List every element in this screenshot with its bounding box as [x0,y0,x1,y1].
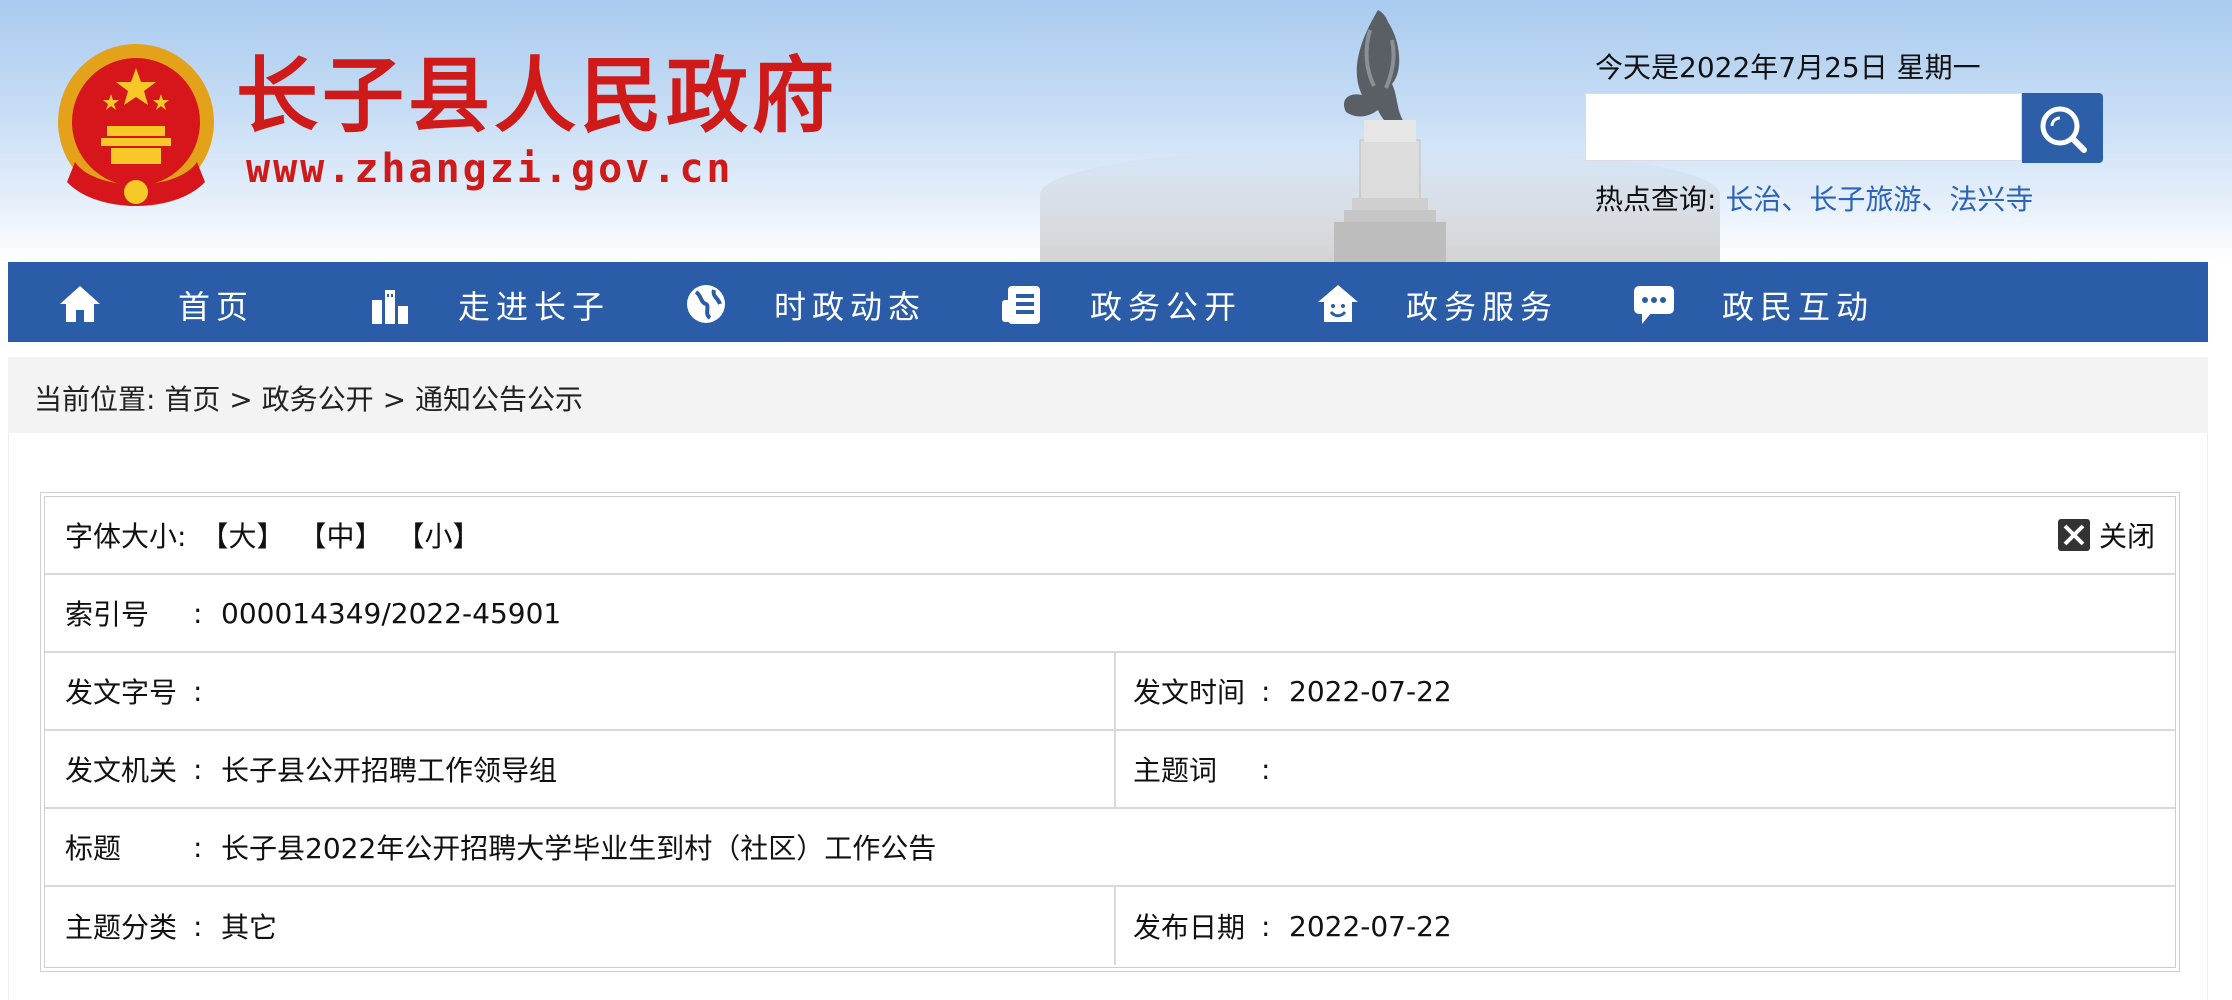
nav-item-gov-service[interactable]: 政务服务 [1316,262,1576,342]
breadcrumb-gov-affairs[interactable]: 政务公开 [262,383,374,416]
site-url: www.zhangzi.gov.cn [246,146,734,192]
font-size-large-button[interactable]: 【大】 [200,515,284,555]
close-label: 关闭 [2098,520,2155,553]
breadcrumb: 当前位置: 首页 > 政务公开 > 通知公告公示 [34,378,583,418]
column-divider [1114,887,1116,965]
nav-label: 政民互动 [1722,288,1875,326]
keywords-label: 主题词 [1133,754,1218,787]
font-size-medium-button[interactable]: 【中】 [298,515,382,555]
issue-time-label: 发文时间 [1133,676,1246,709]
site-title: 长子县人民政府 [236,48,839,144]
search-icon [2040,106,2087,153]
font-size-row: 字体大小: 【大】 【中】 【小】 关闭 [45,497,2175,575]
colon: : [193,909,203,943]
issue-time-value: 2022-07-22 [1289,674,1452,708]
today-date: 今天是2022年7月25日 星期一 [1595,51,1981,84]
hot-link-faxing-temple[interactable]: 法兴寺 [1949,183,2033,216]
category-row: 主题分类 : 其它 发布日期 : 2022-07-22 [45,887,2175,965]
house-service-icon [1318,285,1358,322]
colon: : [193,596,203,630]
site-header: 长子县人民政府 www.zhangzi.gov.cn 今天是2022年7月25日… [0,0,2232,262]
breadcrumb-prefix: 当前位置: [34,383,156,416]
breadcrumb-separator: > [382,383,407,416]
nav-label: 政务公开 [1090,288,1243,326]
document-info-table: 字体大小: 【大】 【中】 【小】 关闭 索引号 : 000014349/202… [40,492,2180,972]
colon: : [1261,674,1271,708]
issuer-row: 发文机关 : 长子县公开招聘工作领导组 主题词 : [45,731,2175,809]
hot-link-zhangzi-tourism[interactable]: 长子旅游 [1809,183,1921,216]
breadcrumb-home[interactable]: 首页 [164,383,220,416]
nav-label: 时政动态 [774,288,927,326]
hot-separator: 、 [1921,183,1950,216]
phoenix-statue-illustration [1334,10,1446,262]
title-row: 标题 : 长子县2022年公开招聘大学毕业生到村（社区）工作公告 [45,809,2175,887]
index-label: 索引号 [65,598,150,631]
nav-item-gov-affairs[interactable]: 政务公开 [1000,262,1260,342]
publish-date-value: 2022-07-22 [1289,909,1452,943]
main-nav: 首页 走进长子 时政动态 政务公开 政务服务 政民互动 [8,262,2208,342]
colon: : [1261,909,1271,943]
nav-item-home[interactable]: 首页 [48,262,278,342]
category-label: 主题分类 [65,911,178,944]
colon: : [193,752,203,786]
nav-item-interaction[interactable]: 政民互动 [1632,262,1892,342]
column-divider [1114,731,1116,807]
category-value: 其它 [221,911,278,944]
issuer-value: 长子县公开招聘工作领导组 [221,754,558,787]
issuer-label: 发文机关 [65,754,178,787]
colon: : [1261,752,1271,786]
doc-number-label: 发文字号 [65,676,178,709]
hot-separator: 、 [1781,183,1810,216]
home-icon [60,286,100,322]
close-icon [2057,519,2090,551]
font-size-small-button[interactable]: 【小】 [396,515,480,555]
colon: : [193,830,203,864]
nav-item-about[interactable]: 走进长子 [368,262,628,342]
close-button[interactable]: 关闭 [2057,497,2155,573]
doc-number-row: 发文字号 : 发文时间 : 2022-07-22 [45,653,2175,731]
nav-label: 政务服务 [1406,288,1559,326]
publish-date-label: 发布日期 [1133,911,1246,944]
nav-label: 首页 [178,288,255,326]
breadcrumb-separator: > [229,383,253,416]
hot-search-label: 热点查询: [1595,183,1717,216]
national-emblem-logo [58,44,214,206]
buildings-icon [372,290,408,324]
globe-icon [687,285,725,323]
column-divider [1114,653,1116,729]
hot-search: 热点查询: 长治、长子旅游、法兴寺 [1595,178,2033,218]
title-value: 长子县2022年公开招聘大学毕业生到村（社区）工作公告 [221,832,937,865]
index-value: 000014349/2022-45901 [221,596,562,630]
title-label: 标题 [65,832,122,865]
search-button[interactable] [2022,93,2103,163]
nav-item-news[interactable]: 时政动态 [684,262,944,342]
hot-link-changzhi[interactable]: 长治 [1725,183,1781,216]
breadcrumb-bar: 当前位置: 首页 > 政务公开 > 通知公告公示 [8,357,2208,433]
colon: : [193,674,203,708]
search-input[interactable] [1585,93,2022,161]
breadcrumb-notices[interactable]: 通知公告公示 [415,383,583,416]
nav-label: 走进长子 [458,288,611,326]
font-size-label: 字体大小: [65,520,187,553]
document-icon [1002,286,1040,324]
index-row: 索引号 : 000014349/2022-45901 [45,575,2175,653]
chat-icon [1634,286,1674,324]
